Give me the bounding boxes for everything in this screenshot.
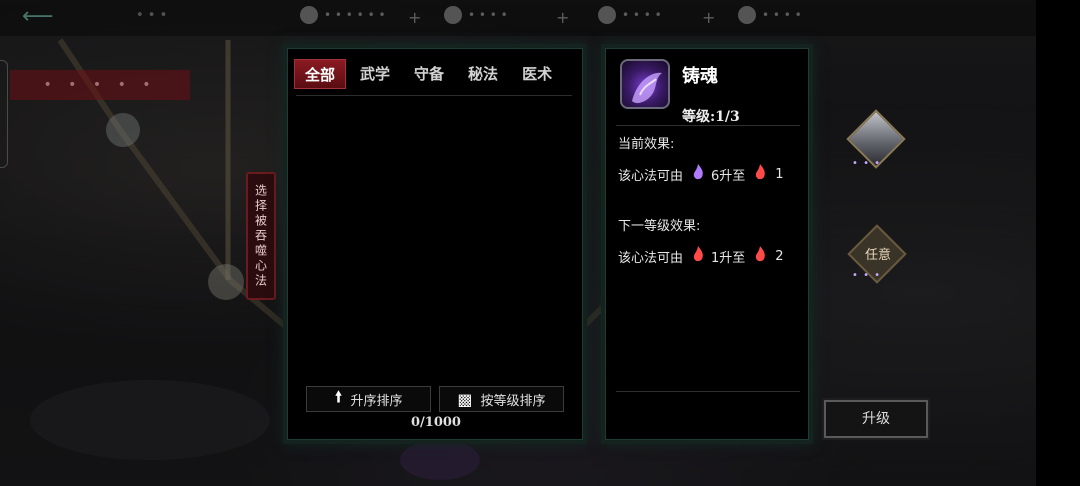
red-flame-icon bbox=[756, 246, 766, 262]
cube-icon: ▩ bbox=[457, 389, 473, 409]
current-effect-row: 该心法可由 6升至 1 bbox=[618, 164, 784, 184]
purple-flame-icon bbox=[693, 164, 703, 180]
sort-ascending-button[interactable]: 🠙 升序排序 bbox=[306, 386, 431, 412]
current-effect-title: 当前效果: bbox=[618, 137, 675, 152]
up-arrow-icon: 🠙 bbox=[334, 386, 343, 406]
divider bbox=[616, 125, 800, 126]
select-devoured-skill-tag: 选择被吞噬心法 bbox=[246, 172, 276, 300]
sort-by-level-button[interactable]: ▩ 按等级排序 bbox=[439, 386, 564, 412]
tab-martial[interactable]: 武学 bbox=[350, 59, 400, 89]
resource-1: • • • • • • bbox=[300, 6, 386, 24]
red-flame-icon bbox=[693, 246, 703, 262]
back-arrow-icon[interactable]: ⟵ bbox=[22, 4, 82, 30]
node-dots: • • • bbox=[852, 158, 882, 169]
skill-detail-panel: 铸魂 等级:1/3 当前效果: 该心法可由 6升至 1 下一等级效果: 该心法可… bbox=[605, 48, 809, 440]
red-flame-icon bbox=[756, 164, 766, 180]
tab-all[interactable]: 全部 bbox=[294, 59, 347, 89]
resource-energy-icon bbox=[598, 6, 616, 24]
resource-gem-icon bbox=[444, 6, 462, 24]
add-icon[interactable]: + bbox=[408, 8, 421, 27]
tab-defense[interactable]: 守备 bbox=[404, 59, 454, 89]
top-bar: ⟵ • • • • • • • • • + • • • • + • • • • … bbox=[0, 0, 1036, 36]
skill-list-panel: 全部 武学 守备 秘法 医术 🠙 升序排序 ▩ 按等级排序 0/1000 bbox=[287, 48, 583, 440]
side-tag-text: 选择被吞噬心法 bbox=[253, 183, 268, 289]
upgrade-button[interactable]: 升级 bbox=[824, 400, 928, 438]
add-icon[interactable]: + bbox=[702, 8, 715, 27]
skill-name: 铸魂 bbox=[682, 66, 718, 87]
category-tabs: 全部 武学 守备 秘法 医术 bbox=[294, 59, 574, 91]
top-label: • • • bbox=[136, 8, 168, 23]
tab-medicine[interactable]: 医术 bbox=[512, 59, 562, 89]
skill-portrait-icon bbox=[620, 59, 670, 109]
resource-3: • • • • bbox=[598, 6, 662, 24]
map-banner: • • • • • bbox=[10, 70, 190, 100]
side-drawer-handle[interactable] bbox=[0, 60, 8, 168]
sort-controls: 🠙 升序排序 ▩ 按等级排序 bbox=[306, 386, 564, 412]
tab-secret[interactable]: 秘法 bbox=[458, 59, 508, 89]
skill-level: 等级:1/3 bbox=[682, 109, 740, 125]
resource-4: • • • • bbox=[738, 6, 802, 24]
add-icon[interactable]: + bbox=[556, 8, 569, 27]
right-edge bbox=[1036, 0, 1080, 486]
next-effect-row: 该心法可由 1升至 2 bbox=[618, 246, 784, 266]
tab-divider bbox=[296, 95, 572, 96]
skill-count: 0/1000 bbox=[411, 415, 461, 430]
divider bbox=[616, 391, 800, 392]
resource-ticket-icon bbox=[738, 6, 756, 24]
node-dots: • • • bbox=[852, 270, 882, 281]
any-node-label: 任意 bbox=[864, 248, 891, 263]
resource-2: • • • • bbox=[444, 6, 508, 24]
resource-coin-icon bbox=[300, 6, 318, 24]
next-effect-title: 下一等级效果: bbox=[618, 219, 701, 234]
